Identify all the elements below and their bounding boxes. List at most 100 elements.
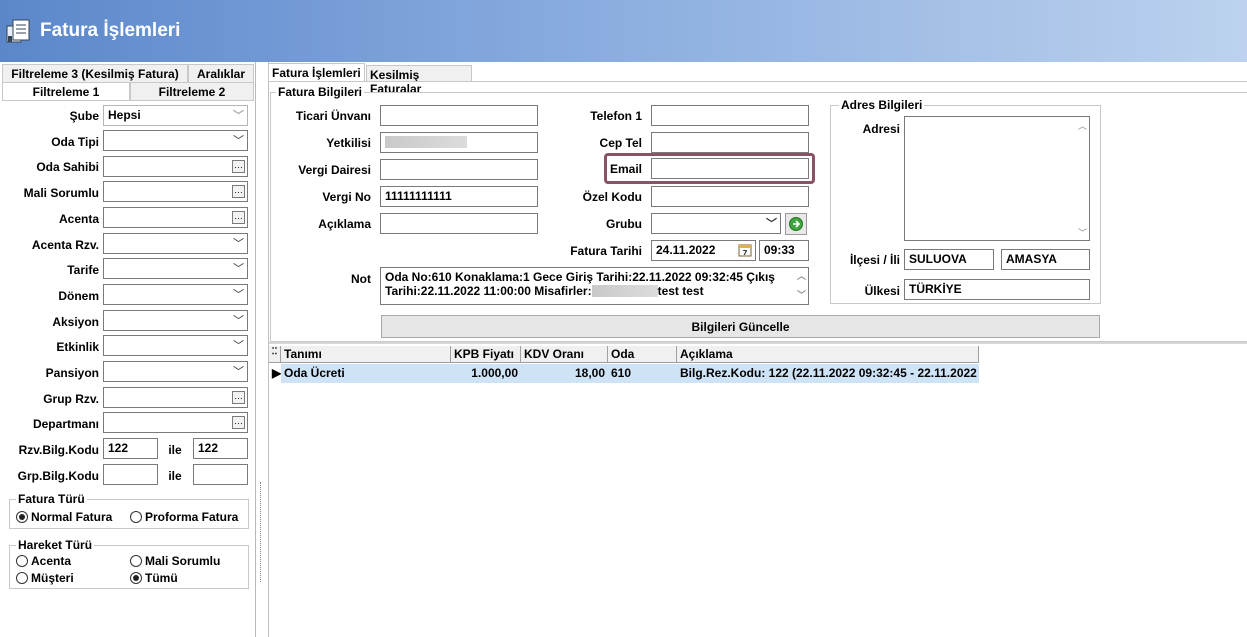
radio-unchecked-icon <box>16 572 28 584</box>
donem-select[interactable]: ﹀ <box>103 284 248 305</box>
ellipsis-icon[interactable]: … <box>232 391 245 404</box>
vergi-dairesi-input[interactable] <box>380 159 538 180</box>
table-row-aciklama[interactable]: Bilg.Rez.Kodu: 122 (22.11.2022 09:32:45 … <box>677 364 979 383</box>
hareket-turu-title: Hareket Türü <box>16 538 95 552</box>
bilgileri-guncelle-button[interactable]: Bilgileri Güncelle <box>381 315 1100 338</box>
not-textarea[interactable]: Oda No:610 Konaklama:1 Gece Giriş Tarihi… <box>380 267 809 305</box>
ellipsis-icon[interactable]: … <box>232 160 245 173</box>
radio-tumu[interactable]: Tümü <box>130 571 178 585</box>
not-line-2: Tarihi:22.11.2022 11:00:00 Misafirler: te… <box>385 284 804 298</box>
radio-musteri[interactable]: Müşteri <box>16 571 74 585</box>
fatura-tarihi-date[interactable]: 24.11.2022 7 <box>651 240 756 261</box>
table-row-kpb-fiyati[interactable]: 1.000,00 <box>451 364 521 383</box>
ilce-il-label: İlçesi / İli <box>849 253 900 267</box>
chevron-down-icon: ﹀ <box>233 263 244 275</box>
mali-sorumlu-field[interactable]: … <box>103 181 248 202</box>
fatura-turu-title: Fatura Türü <box>16 492 87 506</box>
cep-tel-input[interactable] <box>651 132 809 153</box>
scroll-down-icon[interactable]: ﹀ <box>797 288 806 302</box>
il-input[interactable]: AMASYA <box>1001 249 1090 270</box>
pansiyon-select[interactable]: ﹀ <box>103 361 248 382</box>
not-line-1: Oda No:610 Konaklama:1 Gece Giriş Tarihi… <box>385 270 775 284</box>
table-row-kdv-orani[interactable]: 18,00 <box>521 364 608 383</box>
acenta-rzv-select[interactable]: ﹀ <box>103 233 248 254</box>
ellipsis-icon[interactable]: … <box>232 416 245 429</box>
tab-filtreleme-2[interactable]: Filtreleme 2 <box>130 82 254 100</box>
aksiyon-select[interactable]: ﹀ <box>103 310 248 331</box>
sube-label: Şube <box>69 109 99 123</box>
ellipsis-icon[interactable]: … <box>232 185 245 198</box>
redacted-guest <box>591 285 658 297</box>
tab-araliklar[interactable]: Aralıklar <box>188 64 254 82</box>
ulkesi-input[interactable]: TÜRKİYE <box>904 279 1090 300</box>
radio-unchecked-icon <box>130 555 142 567</box>
table-row-oda[interactable]: 610 <box>608 364 677 383</box>
col-kdv-orani[interactable]: KDV Oranı <box>521 346 608 363</box>
departmani-label: Departmanı <box>32 417 99 431</box>
tab-fatura-islemleri[interactable]: Fatura İşlemleri <box>268 63 365 81</box>
col-tanimi[interactable]: Tanımı <box>281 346 451 363</box>
ellipsis-icon[interactable]: … <box>232 211 245 224</box>
tab-filtreleme-3[interactable]: Filtreleme 3 (Kesilmiş Fatura) <box>2 64 188 82</box>
chevron-down-icon: ﹀ <box>233 315 244 327</box>
sube-select[interactable]: Hepsi ﹀ <box>103 105 248 126</box>
grup-rzv-field[interactable]: … <box>103 387 248 408</box>
vergi-no-input[interactable]: 11111111111 <box>380 186 538 207</box>
aciklama-input[interactable] <box>380 213 538 234</box>
departmani-field[interactable]: … <box>103 412 248 433</box>
panel-splitter[interactable] <box>256 62 268 637</box>
chevron-down-icon: ﹀ <box>233 135 244 147</box>
scroll-down-icon[interactable]: ﹀ <box>1078 226 1087 239</box>
etkinlik-select[interactable]: ﹀ <box>103 335 248 356</box>
radio-normal-fatura[interactable]: Normal Fatura <box>16 510 112 524</box>
grid-separator <box>269 342 1247 344</box>
rzv-ile-label: ile <box>168 443 182 457</box>
fatura-tarihi-time[interactable]: 09:33 <box>759 240 809 261</box>
not-line-2-b: test test <box>657 284 704 298</box>
col-kpb-fiyati[interactable]: KPB Fiyatı <box>451 346 521 363</box>
adresi-label: Adresi <box>862 122 900 136</box>
telefon1-input[interactable] <box>651 105 809 126</box>
ulkesi-label: Ülkesi <box>864 284 900 298</box>
window-titlebar: Fatura İşlemleri <box>0 0 1247 62</box>
col-oda[interactable]: Oda <box>608 346 677 363</box>
grup-rzv-label: Grup Rzv. <box>43 392 99 406</box>
rzv-bilg-kodu-from[interactable]: 122 <box>103 438 158 459</box>
tarife-select[interactable]: ﹀ <box>103 258 248 279</box>
scroll-up-icon[interactable]: ︿ <box>797 269 806 283</box>
acenta-field[interactable]: … <box>103 207 248 228</box>
radio-proforma-fatura-label: Proforma Fatura <box>145 510 239 524</box>
rzv-bilg-kodu-to[interactable]: 122 <box>193 438 248 459</box>
ticari-unvani-input[interactable] <box>380 105 538 126</box>
radio-mali-sorumlu[interactable]: Mali Sorumlu <box>130 554 220 568</box>
grp-bilg-kodu-to[interactable] <box>193 464 248 485</box>
not-label: Not <box>351 272 371 286</box>
donem-label: Dönem <box>58 289 99 303</box>
oda-tipi-label: Oda Tipi <box>51 135 99 149</box>
tab-kesilmis-faturalar[interactable]: Kesilmiş Faturalar <box>366 65 472 96</box>
pansiyon-label: Pansiyon <box>45 366 99 380</box>
email-input[interactable] <box>651 158 809 179</box>
ilce-input[interactable]: SULUOVA <box>904 249 994 270</box>
radio-proforma-fatura[interactable]: Proforma Fatura <box>130 510 238 524</box>
col-aciklama[interactable]: Açıklama <box>677 346 979 363</box>
add-group-button[interactable] <box>785 213 807 235</box>
radio-unchecked-icon <box>130 511 142 523</box>
mali-sorumlu-label: Mali Sorumlu <box>23 186 99 200</box>
oda-tipi-select[interactable]: ﹀ <box>103 130 248 151</box>
oda-sahibi-label: Oda Sahibi <box>36 160 99 174</box>
grubu-select[interactable]: ﹀ <box>651 213 781 234</box>
tab-filtreleme-1[interactable]: Filtreleme 1 <box>2 82 130 100</box>
yetkilisi-input[interactable] <box>380 132 538 153</box>
scroll-up-icon[interactable]: ︿ <box>1078 119 1087 132</box>
adresi-textarea[interactable]: ︿ ﹀ <box>904 116 1090 241</box>
grp-bilg-kodu-from[interactable] <box>103 464 158 485</box>
ozel-kodu-input[interactable] <box>651 186 809 207</box>
calendar-icon[interactable]: 7 <box>738 243 752 257</box>
tab-divider <box>2 100 254 101</box>
radio-acenta[interactable]: Acenta <box>16 554 71 568</box>
not-line-2-a: Tarihi:22.11.2022 11:00:00 Misafirler: <box>385 284 592 298</box>
adres-bilgileri-title: Adres Bilgileri <box>839 98 925 112</box>
table-row-tanimi[interactable]: Oda Ücreti <box>281 364 451 383</box>
oda-sahibi-field[interactable]: … <box>103 156 248 177</box>
